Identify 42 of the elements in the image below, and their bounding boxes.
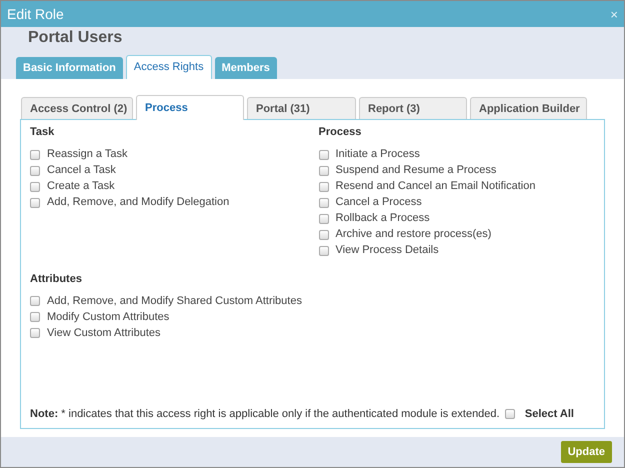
checkbox[interactable] [30,166,40,176]
permission-label[interactable]: Rollback a Process [336,210,430,227]
permission-label[interactable]: Resend and Cancel an Email Notification [336,178,536,195]
permission-label[interactable]: View Process Details [336,242,439,259]
permission-label[interactable]: Cancel a Process [336,194,422,211]
permission-label[interactable]: Suspend and Resume a Process [336,162,496,179]
checkbox[interactable] [318,166,328,176]
permission-label[interactable]: Create a Task [47,178,115,195]
checkbox[interactable] [30,182,40,192]
tab[interactable]: Process [136,95,244,120]
checkbox[interactable] [30,198,40,208]
section-heading: Process [318,125,362,140]
checkbox[interactable] [318,182,328,192]
tab[interactable]: Portal (31) [247,97,356,120]
checkbox[interactable] [318,198,328,208]
permission-label[interactable]: Cancel a Task [47,162,116,179]
tab[interactable]: Report (3) [359,97,467,120]
checkbox[interactable] [30,296,40,306]
permission-label[interactable]: Add, Remove, and Modify Delegation [47,194,230,211]
window-title: Edit Role [7,4,64,24]
section-heading: Task [30,125,54,140]
checkbox[interactable] [30,312,40,322]
checkbox[interactable] [30,150,40,160]
checkbox[interactable] [504,408,515,419]
section-heading: Attributes [30,272,82,286]
tab[interactable]: Access Control (2) [21,97,133,120]
checkbox[interactable] [318,214,328,224]
permission-label[interactable]: Add, Remove, and Modify Shared Custom Attributes [47,292,302,310]
permission-label[interactable]: View Custom Attributes [47,324,161,342]
select-all-label[interactable]: Select All [524,406,574,422]
permission-label[interactable]: Reassign a Task [47,146,128,163]
tab[interactable]: Access Rights [126,55,212,79]
checkbox[interactable] [318,150,328,160]
permission-label[interactable]: Modify Custom Attributes [47,308,170,326]
checkbox[interactable] [318,246,328,256]
role-name: Portal Users [28,28,124,48]
checkbox[interactable] [30,328,40,338]
note-text: Note:* indicates that this access right is applicable only if the authenticated module is extended. [30,406,500,422]
permission-label[interactable]: Initiate a Process [336,146,420,163]
permission-label[interactable]: Archive and restore process(es) [336,226,492,243]
tab[interactable]: Application Builder [470,97,587,120]
checkbox[interactable] [318,230,328,240]
